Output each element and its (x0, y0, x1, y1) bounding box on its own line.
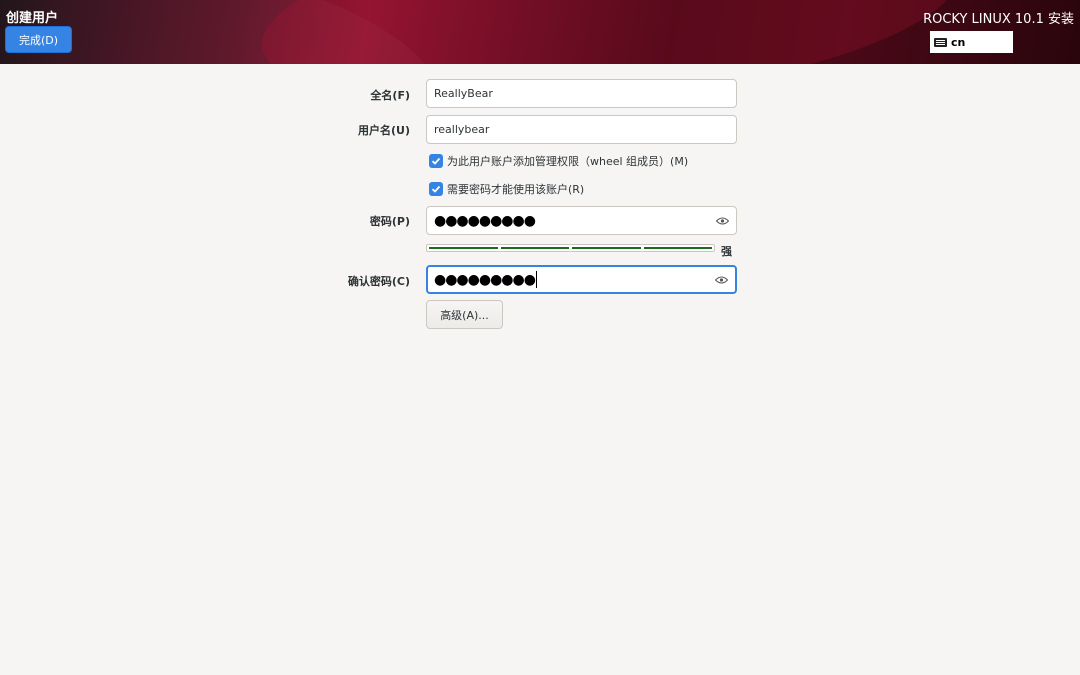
show-password-icon[interactable] (716, 217, 729, 225)
text-cursor (535, 271, 537, 288)
require-password-checkbox-row[interactable]: 需要密码才能使用该账户(R) (429, 181, 584, 197)
password-input[interactable]: ●●●●●●●●● (426, 206, 737, 235)
keyboard-layout-indicator[interactable]: cn (930, 31, 1013, 53)
confirm-password-input[interactable]: ●●●●●●●●● (426, 265, 737, 294)
strength-segment (572, 247, 641, 249)
confirm-password-masked-value: ●●●●●●●●● (434, 271, 536, 288)
fullname-input[interactable]: ReallyBear (426, 79, 737, 108)
fullname-label: 全名(F) (370, 89, 410, 102)
require-password-checkbox-label: 需要密码才能使用该账户(R) (447, 183, 585, 196)
check-icon (431, 157, 441, 165)
check-icon (431, 185, 441, 193)
fullname-value: ReallyBear (434, 87, 493, 100)
username-value: reallybear (434, 123, 490, 136)
done-button[interactable]: 完成(D) (5, 26, 72, 53)
show-confirm-password-icon[interactable] (715, 276, 728, 284)
password-strength-bar (426, 244, 715, 252)
keyboard-layout-label: cn (951, 35, 966, 49)
strength-segment (643, 247, 712, 249)
password-strength-label: 强 (721, 245, 732, 258)
strength-segment (429, 247, 498, 249)
advanced-button[interactable]: 高级(A)... (426, 300, 503, 329)
keyboard-icon (934, 37, 947, 47)
require-password-checkbox[interactable] (429, 182, 443, 196)
password-label: 密码(P) (369, 215, 410, 228)
confirm-password-label: 确认密码(C) (347, 275, 410, 288)
password-masked-value: ●●●●●●●●● (434, 212, 536, 229)
page-title: 创建用户 (6, 11, 59, 26)
admin-checkbox-row[interactable]: 为此用户账户添加管理权限（wheel 组成员）(M) (429, 153, 688, 169)
header-bar: 创建用户 完成(D) ROCKY LINUX 10.1 安装 cn (0, 0, 1080, 64)
username-input[interactable]: reallybear (426, 115, 737, 144)
admin-checkbox-label: 为此用户账户添加管理权限（wheel 组成员）(M) (447, 155, 689, 168)
admin-checkbox[interactable] (429, 154, 443, 168)
strength-segment (500, 247, 569, 249)
product-title: ROCKY LINUX 10.1 安装 (923, 12, 1074, 27)
username-label: 用户名(U) (358, 124, 410, 137)
